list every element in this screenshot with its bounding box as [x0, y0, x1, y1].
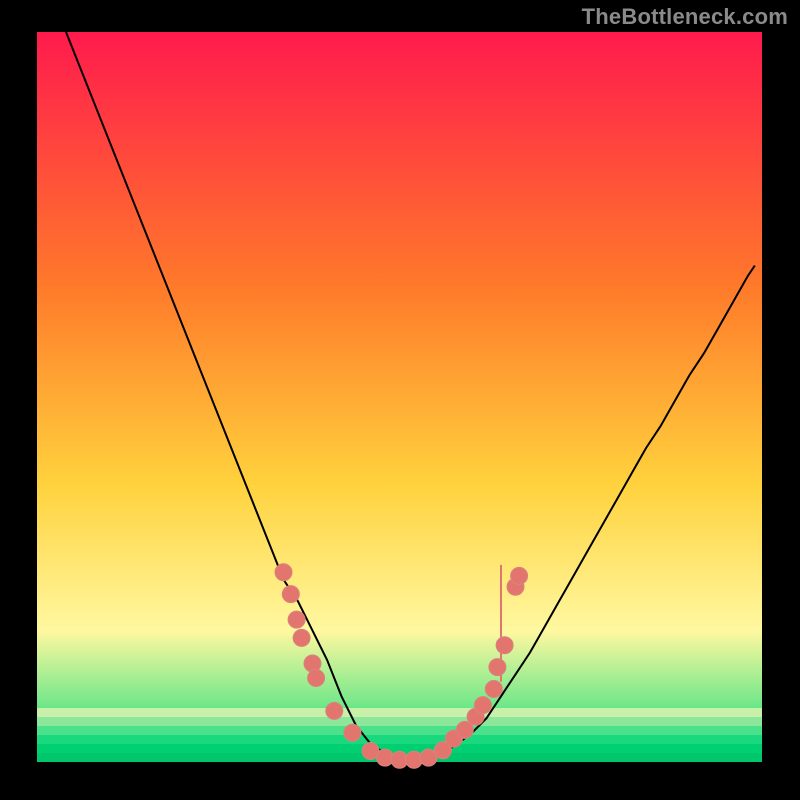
- green-stripe: [37, 726, 762, 735]
- curve-point: [485, 681, 502, 698]
- curve-point: [275, 564, 292, 581]
- curve-point: [288, 611, 305, 628]
- curve-point: [496, 637, 513, 654]
- curve-point: [344, 724, 361, 741]
- green-stripe: [37, 735, 762, 744]
- green-stripe: [37, 717, 762, 726]
- curve-point: [511, 567, 528, 584]
- chart-stage: TheBottleneck.com: [0, 0, 800, 800]
- curve-point: [282, 586, 299, 603]
- watermark-text: TheBottleneck.com: [582, 4, 788, 30]
- curve-point: [489, 659, 506, 676]
- green-stripe: [37, 708, 762, 717]
- bottleneck-chart: [0, 0, 800, 800]
- curve-point: [293, 629, 310, 646]
- curve-point: [326, 702, 343, 719]
- curve-point: [308, 670, 325, 687]
- curve-point: [474, 697, 491, 714]
- plot-background: [37, 32, 762, 762]
